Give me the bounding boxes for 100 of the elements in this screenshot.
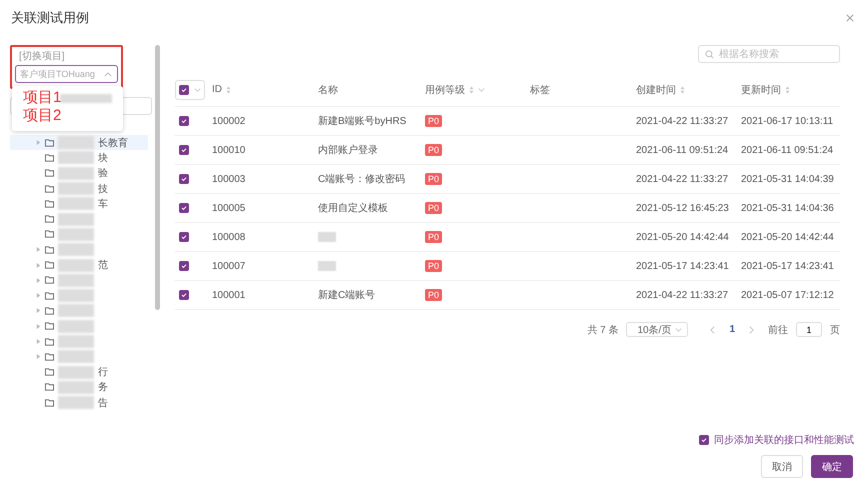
check-icon [180,86,188,94]
tree-item-label: 行 [98,366,108,380]
caret-icon[interactable] [104,72,112,76]
redacted-block [58,197,94,210]
next-page-icon[interactable] [749,326,754,334]
check-icon [180,146,188,154]
table-cell: 100007 [212,260,246,272]
priority-tag: P0 [425,144,442,156]
redacted-block [58,289,94,302]
table-cell: 2021-05-07 17:12:12 [741,290,834,300]
table-cell: 2021-04-22 11:33:27 [636,290,728,300]
table-cell: 2021-06-11 09:51:24 [741,144,834,156]
sort-icon[interactable] [680,86,685,94]
tree-item[interactable]: 行 [10,364,148,380]
expand-arrow-icon[interactable] [36,278,41,283]
redacted-block [58,274,94,287]
priority-tag: P0 [425,114,442,126]
table-cell: 2021-05-17 14:23:41 [636,260,729,272]
redacted-block [60,94,112,103]
redacted-block [58,136,94,150]
tree-item[interactable]: 块 [10,150,148,166]
page-suffix: 页 [830,324,840,336]
expand-arrow-icon[interactable] [36,354,41,360]
scrollbar[interactable] [155,45,160,310]
redacted-block [58,212,94,226]
redacted-block [58,258,94,272]
table-cell: 2021-04-22 11:33:27 [636,174,728,184]
project-option[interactable]: 项目2 [23,107,123,125]
tree-item[interactable]: 验 [10,166,148,181]
caret-icon[interactable] [675,328,682,332]
checkbox[interactable] [179,145,189,155]
tree-item[interactable]: 长教育 [10,135,148,150]
search-field[interactable]: 根据名称搜索 [698,45,840,63]
tree-item-label: 验 [98,167,108,180]
redacted-block [318,261,336,271]
redacted-block [58,151,94,164]
check-icon [180,233,188,241]
tree-item[interactable]: 车 [10,196,148,212]
checkbox[interactable] [699,435,709,445]
tree-item[interactable]: 务 [10,380,148,396]
checkbox[interactable] [179,174,189,184]
priority-tag: P0 [425,288,442,300]
check-icon [700,436,708,444]
checkbox[interactable] [179,203,189,213]
project-option[interactable]: 项目1 [23,89,123,107]
tree-item-label: 块 [98,152,108,165]
priority-tag: P0 [425,202,442,214]
redacted-block [58,380,94,394]
close-icon[interactable] [846,14,854,22]
sync-option-label: 同步添加关联的接口和性能测试 [714,434,854,447]
sort-icon[interactable] [226,86,231,94]
check-icon [180,117,188,125]
table-cell: 2021-05-20 14:42:44 [636,232,729,242]
check-icon [180,262,188,270]
column-header: 创建时间 [636,84,676,96]
redacted-block [58,182,94,196]
expand-arrow-icon[interactable] [36,247,41,252]
table-cell: 使用自定义模板 [318,203,388,214]
tree-item[interactable]: 范 [10,257,148,273]
caret-icon[interactable] [194,88,201,92]
expand-arrow-icon[interactable] [36,262,41,268]
filter-caret-icon[interactable] [478,88,485,92]
tree-item-label: 务 [98,381,108,394]
table-cell: 100003 [212,174,246,184]
column-header: ID [212,84,222,95]
expand-arrow-icon[interactable] [36,293,41,298]
sort-icon[interactable] [469,86,474,94]
expand-arrow-icon[interactable] [36,324,41,329]
cancel-button[interactable]: 取消 [761,455,803,478]
column-header: 名称 [318,84,338,96]
checkbox[interactable] [179,261,189,271]
redacted-block [58,320,94,333]
sort-icon[interactable] [785,86,790,94]
table-cell: C端账号：修改密码 [318,174,406,185]
tree-item-label: 长教育 [98,136,128,150]
priority-tag: P0 [425,260,442,272]
expand-arrow-icon[interactable] [36,308,41,314]
confirm-button[interactable]: 确定 [811,455,853,478]
tree-item-label: 车 [98,198,108,211]
previous-page-icon[interactable] [710,326,716,334]
redacted-block [58,366,94,379]
checkbox[interactable] [179,116,189,126]
table-cell: 2021-04-22 11:33:27 [636,116,728,126]
tree-item[interactable]: 告 [10,395,148,410]
table-cell: 100010 [212,144,246,156]
redacted-block [58,335,94,348]
table-cell: 2021-05-31 14:04:39 [741,174,834,184]
expand-arrow-icon[interactable] [36,339,41,344]
redacted-block [58,228,94,241]
table-cell: 100002 [212,116,246,126]
checkbox[interactable] [179,232,189,242]
select-all-control[interactable] [175,80,205,100]
expand-arrow-icon[interactable] [36,140,41,146]
project-label: [切换项目] [18,50,66,63]
checkbox[interactable] [179,290,189,300]
tree-item[interactable]: 技 [10,180,148,196]
page-number[interactable]: 1 [729,324,735,335]
page-size-select[interactable]: 10条/页 [626,322,688,337]
checkbox[interactable] [179,84,189,94]
page-input[interactable]: 1 [796,322,822,337]
